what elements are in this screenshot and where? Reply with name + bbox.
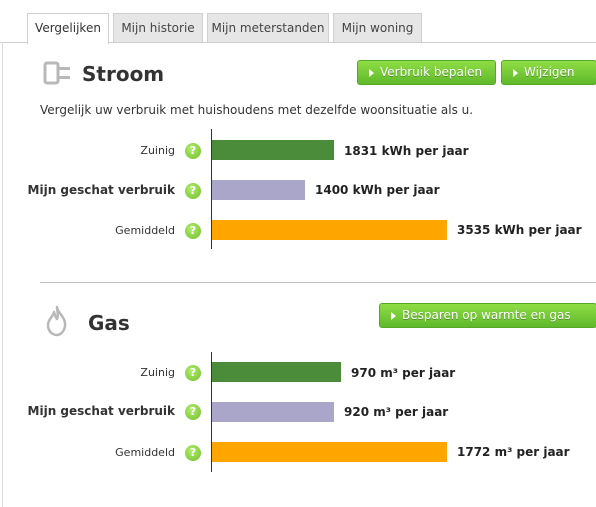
gas-bar-zuinig (212, 362, 341, 382)
gas-label-zuinig: Zuinig (140, 366, 175, 379)
help-icon[interactable]: ? (185, 143, 201, 159)
tab-mijn-woning[interactable]: Mijn woning (333, 13, 422, 42)
gas-title: Gas (88, 311, 130, 335)
help-icon[interactable]: ? (185, 404, 201, 420)
arrow-right-icon (391, 312, 396, 320)
gas-value-gemiddeld: 1772 m³ per jaar (457, 445, 570, 459)
gas-value-zuinig: 970 m³ per jaar (351, 366, 456, 380)
gas-label-mijn-verbruik: Mijn geschat verbruik (27, 404, 175, 418)
help-icon[interactable]: ? (185, 183, 201, 199)
tab-mijn-meterstanden[interactable]: Mijn meterstanden (207, 13, 329, 42)
tab-vergelijken[interactable]: Vergelijken (27, 13, 109, 44)
help-icon[interactable]: ? (185, 365, 201, 381)
stroom-title: Stroom (82, 62, 165, 86)
stroom-value-mijn-verbruik: 1400 kWh per jaar (315, 183, 440, 197)
wijzigen-button[interactable]: Wijzigen (501, 60, 596, 85)
panel-border (2, 42, 3, 507)
stroom-label-gemiddeld: Gemiddeld (115, 224, 175, 237)
besparen-warmte-gas-label: Besparen op warmte en gas (402, 308, 571, 322)
gas-bar-gemiddeld (212, 442, 447, 462)
stroom-value-gemiddeld: 3535 kWh per jaar (457, 223, 582, 237)
stroom-bar-mijn-verbruik (212, 180, 305, 200)
flame-icon (46, 305, 67, 337)
help-icon[interactable]: ? (185, 445, 201, 461)
gas-bar-mijn-verbruik (212, 402, 334, 422)
gas-value-mijn-verbruik: 920 m³ per jaar (344, 405, 449, 419)
tab-bar: Vergelijken Mijn historie Mijn meterstan… (0, 0, 596, 44)
stroom-bar-zuinig (212, 140, 334, 160)
arrow-right-icon (513, 69, 518, 77)
stroom-bar-gemiddeld (212, 220, 447, 240)
stroom-label-mijn-verbruik: Mijn geschat verbruik (27, 183, 175, 197)
besparen-warmte-gas-button[interactable]: Besparen op warmte en gas (379, 303, 596, 328)
gas-label-gemiddeld: Gemiddeld (115, 446, 175, 459)
verbruik-bepalen-label: Verbruik bepalen (380, 65, 483, 79)
stroom-value-zuinig: 1831 kWh per jaar (344, 144, 469, 158)
verbruik-bepalen-button[interactable]: Verbruik bepalen (357, 60, 496, 85)
arrow-right-icon (369, 69, 374, 77)
plug-icon (43, 61, 70, 85)
stroom-intro-text: Vergelijk uw verbruik met huishoudens me… (40, 103, 474, 117)
section-divider (40, 282, 596, 283)
stroom-label-zuinig: Zuinig (140, 144, 175, 157)
help-icon[interactable]: ? (185, 223, 201, 239)
tab-mijn-historie[interactable]: Mijn historie (113, 13, 203, 42)
wijzigen-label: Wijzigen (524, 65, 575, 79)
